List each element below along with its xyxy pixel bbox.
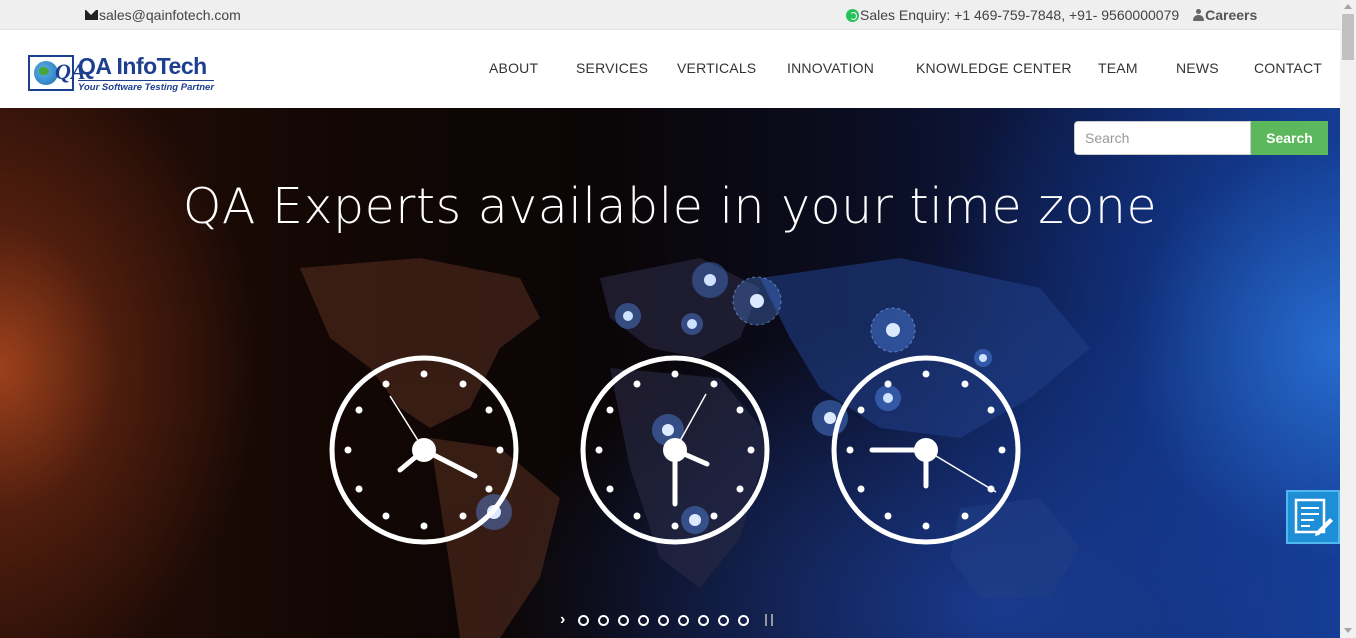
pause-icon[interactable] bbox=[765, 614, 773, 626]
logo-mark: QA bbox=[28, 55, 86, 91]
scroll-down-arrow-icon[interactable] bbox=[1344, 628, 1352, 633]
slider-pagination: › bbox=[560, 611, 773, 629]
whatsapp-icon bbox=[846, 8, 859, 22]
slide-dot[interactable] bbox=[578, 614, 589, 626]
nav-news[interactable]: NEWS bbox=[1176, 60, 1219, 76]
nav-knowledge-center[interactable]: KNOWLEDGE CENTER bbox=[916, 60, 1072, 76]
contact-right: Sales Enquiry: +1 469-759-7848, +91- 956… bbox=[846, 7, 1257, 23]
careers-link[interactable]: Careers bbox=[1193, 7, 1257, 23]
sales-enquiry-text: Sales Enquiry: +1 469-759-7848, +91- 956… bbox=[860, 7, 1180, 23]
top-utility-bar: sales@qainfotech.com Sales Enquiry: +1 4… bbox=[0, 0, 1340, 30]
slide-dot[interactable] bbox=[738, 614, 749, 626]
clock-europe-africa-icon bbox=[580, 355, 770, 545]
nav-services[interactable]: SERVICES bbox=[576, 60, 648, 76]
contact-email[interactable]: sales@qainfotech.com bbox=[85, 7, 241, 23]
careers-label[interactable]: Careers bbox=[1205, 7, 1257, 23]
nav-verticals[interactable]: VERTICALS bbox=[677, 60, 756, 76]
nav-contact[interactable]: CONTACT bbox=[1254, 60, 1322, 76]
nav-about[interactable]: ABOUT bbox=[489, 60, 538, 76]
slide-dot[interactable] bbox=[698, 614, 709, 626]
slide-dot[interactable] bbox=[598, 614, 609, 626]
slide-dot[interactable] bbox=[678, 614, 689, 626]
clock-asia-icon bbox=[831, 355, 1021, 545]
slide-dot[interactable] bbox=[618, 614, 629, 626]
email-text[interactable]: sales@qainfotech.com bbox=[99, 7, 241, 23]
scroll-up-arrow-icon[interactable] bbox=[1344, 4, 1352, 9]
clock-americas-icon bbox=[329, 355, 519, 545]
slide-dot[interactable] bbox=[718, 614, 729, 626]
nav-innovation[interactable]: INNOVATION bbox=[787, 60, 874, 76]
logo-tagline: Your Software Testing Partner bbox=[78, 80, 215, 93]
page-scrollbar[interactable] bbox=[1340, 0, 1356, 638]
nav-team[interactable]: TEAM bbox=[1098, 60, 1138, 76]
enquiry-form-button[interactable] bbox=[1286, 490, 1340, 544]
form-edit-icon bbox=[1294, 498, 1333, 536]
scroll-thumb[interactable] bbox=[1342, 14, 1354, 60]
slide-dot[interactable] bbox=[658, 614, 669, 626]
hero-slider: QA Experts available in your time zone S… bbox=[0, 108, 1340, 638]
slide-dot[interactable] bbox=[638, 614, 649, 626]
user-icon bbox=[1193, 9, 1205, 21]
site-header: QA QA InfoTech Your Software Testing Par… bbox=[0, 30, 1340, 108]
envelope-icon bbox=[85, 10, 98, 20]
company-logo[interactable]: QA QA InfoTech Your Software Testing Par… bbox=[28, 53, 215, 93]
next-slide-arrow-icon[interactable]: › bbox=[560, 611, 578, 629]
clock-illustration bbox=[329, 355, 1021, 545]
logo-name: QA InfoTech bbox=[78, 53, 207, 79]
